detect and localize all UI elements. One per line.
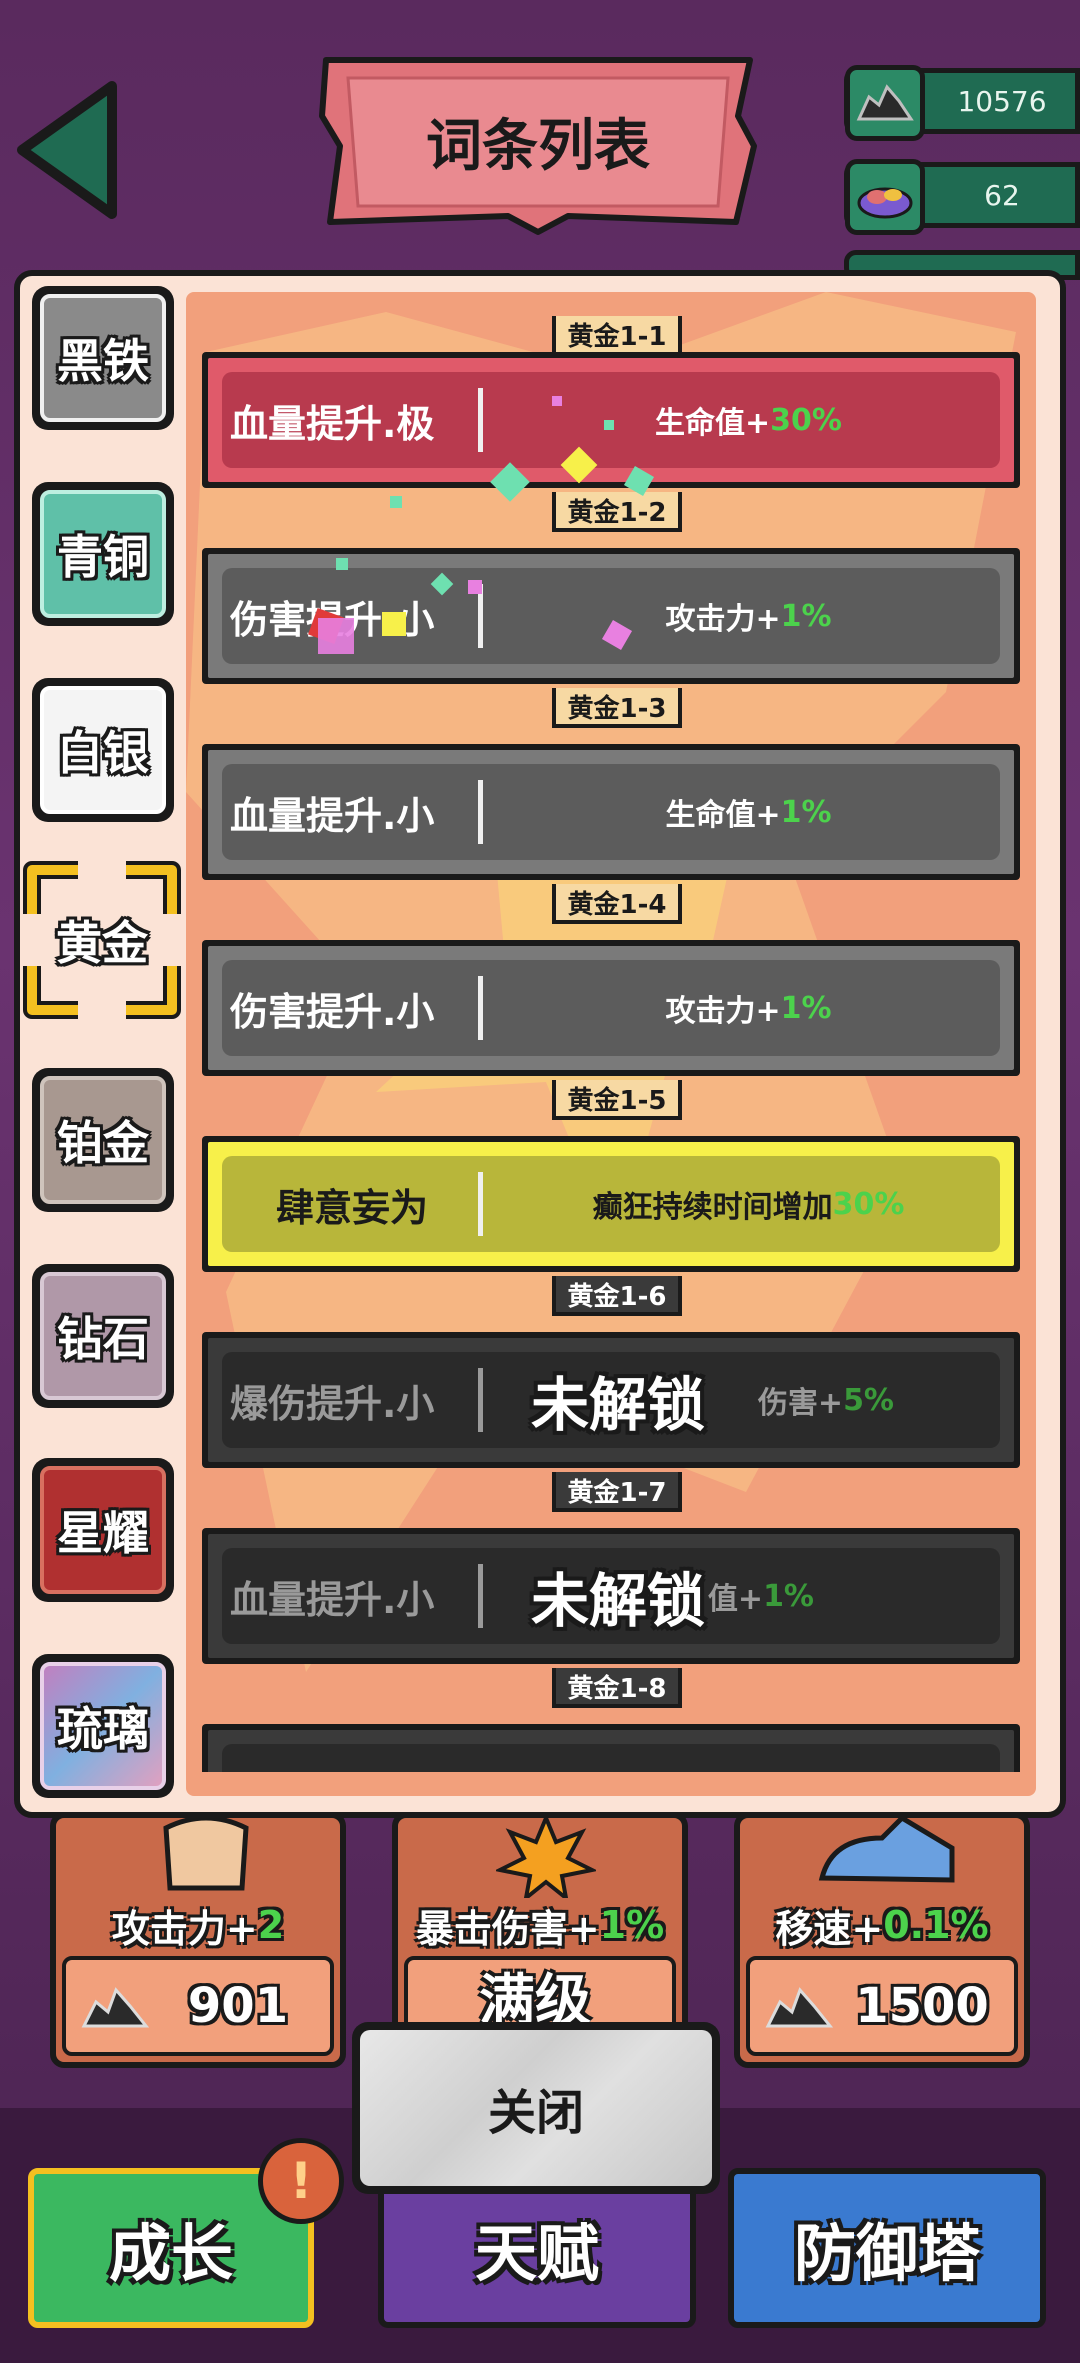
- gem-count: 62: [984, 178, 1020, 212]
- affix-effect: 癫狂持续时间增加 30%: [592, 1186, 905, 1226]
- page-title: 词条列表: [426, 113, 650, 179]
- notification-badge: !: [258, 2138, 344, 2224]
- affix-tag: 黄金1-1: [552, 316, 682, 356]
- affix-name: 伤害提升.小: [230, 989, 435, 1034]
- affix-effect: 生命值+ 30%: [655, 402, 842, 442]
- ore-pile-icon: [81, 1987, 150, 2028]
- sneaker-icon: [818, 1818, 955, 1883]
- back-arrow-icon[interactable]: [12, 80, 124, 220]
- tier-tab-bronze[interactable]: 青铜: [32, 482, 174, 626]
- close-button[interactable]: 关闭: [352, 2022, 720, 2194]
- ore-count: 10576: [957, 84, 1047, 118]
- fist-icon: [163, 1818, 249, 1891]
- upgrade-price: 1500: [855, 1978, 989, 2034]
- affix-name: 肆意妄为: [275, 1185, 428, 1230]
- gem-resource-counter: 62: [844, 159, 1080, 235]
- affix-name: 伤害提升.小: [230, 597, 435, 642]
- affix-row[interactable]: 血量提升.小 生命值+ 1%: [202, 744, 1020, 880]
- tier-label: 琉璃: [57, 1702, 149, 1756]
- tier-tab-silver[interactable]: 白银: [32, 678, 174, 822]
- affix-tag: 黄金1-5: [552, 1080, 682, 1120]
- affix-name: 血量提升.小: [230, 793, 435, 838]
- price-box: 1500: [746, 1956, 1018, 2056]
- affix-row[interactable]: 血量提升.极 生命值+ 30%: [202, 352, 1020, 488]
- affix-tag: 黄金1-2: [552, 492, 682, 532]
- upgrade-price: 901: [187, 1978, 289, 2034]
- affix-row[interactable]: 伤害提升.小 攻击力+ 1%: [202, 940, 1020, 1076]
- affix-row[interactable]: 肆意妄为 癫狂持续时间增加 30%: [202, 1136, 1020, 1272]
- affix-list: 黄金1-1 血量提升.极 生命值+ 30% 黄金1-2 伤害提升.小 攻击力+ 1%…: [186, 292, 1036, 1772]
- affix-name: 爆伤提升.小: [230, 1381, 435, 1426]
- affix-tag: 黄金1-6: [552, 1276, 682, 1316]
- upgrade-label: 移速+ 0.1%: [775, 1903, 989, 1951]
- affix-row-locked[interactable]: 爆伤提升.小 伤害+ 5% 未解锁: [202, 1332, 1020, 1468]
- upgrade-card-attack[interactable]: 攻击力+ 2 901: [50, 1812, 346, 2068]
- affix-row[interactable]: 伤害提升.小 攻击力+ 1%: [202, 548, 1020, 684]
- locked-label: 未解锁: [530, 1371, 705, 1439]
- tier-label: 白银: [57, 726, 149, 780]
- affix-tag: 黄金1-3: [552, 688, 682, 728]
- tier-tab-iron[interactable]: 黑铁: [32, 286, 174, 430]
- tier-tab-glaze[interactable]: 琉璃: [32, 1654, 174, 1798]
- tier-label: 铂金: [57, 1116, 149, 1170]
- affix-effect: 生命值+ 1%: [665, 794, 832, 834]
- tier-tab-platinum[interactable]: 铂金: [32, 1068, 174, 1212]
- ore-resource-counter: 10576: [844, 65, 1080, 141]
- tier-label: 黑铁: [57, 334, 149, 388]
- tier-tab-gold[interactable]: 黄金: [22, 858, 182, 1022]
- nav-tower-tab[interactable]: 防御塔: [728, 2168, 1046, 2328]
- ore-pile-icon: [765, 1987, 834, 2028]
- tier-tab-diamond[interactable]: 钻石: [32, 1264, 174, 1408]
- affix-row-locked[interactable]: [202, 1724, 1020, 1772]
- affix-name: 血量提升.小: [230, 1577, 435, 1622]
- upgrade-label: 攻击力+ 2: [111, 1903, 285, 1951]
- selection-frame-icon: [23, 861, 181, 1019]
- affix-tag: 黄金1-7: [552, 1472, 682, 1512]
- tier-label: 星耀: [57, 1506, 149, 1560]
- price-box: 901: [62, 1956, 334, 2056]
- affix-effect: 攻击力+ 1%: [665, 990, 832, 1030]
- tier-label: 青铜: [57, 530, 149, 584]
- affix-row-locked[interactable]: 血量提升.小 值+ 1% 未解锁: [202, 1528, 1020, 1664]
- locked-label: 未解锁: [530, 1567, 705, 1635]
- affix-effect: 攻击力+ 1%: [665, 598, 832, 638]
- gem-pile-icon: [845, 159, 925, 235]
- tier-label: 钻石: [57, 1312, 149, 1366]
- ore-pile-icon: [845, 65, 925, 141]
- explosion-icon: [496, 1818, 596, 1898]
- affix-tag: 黄金1-4: [552, 884, 682, 924]
- upgrade-card-move-speed[interactable]: 移速+ 0.1% 1500: [734, 1812, 1030, 2068]
- affix-tag: 黄金1-8: [552, 1668, 682, 1708]
- tier-tab-star[interactable]: 星耀: [32, 1458, 174, 1602]
- close-label: 关闭: [487, 2085, 584, 2141]
- affix-name: 血量提升.极: [230, 401, 435, 446]
